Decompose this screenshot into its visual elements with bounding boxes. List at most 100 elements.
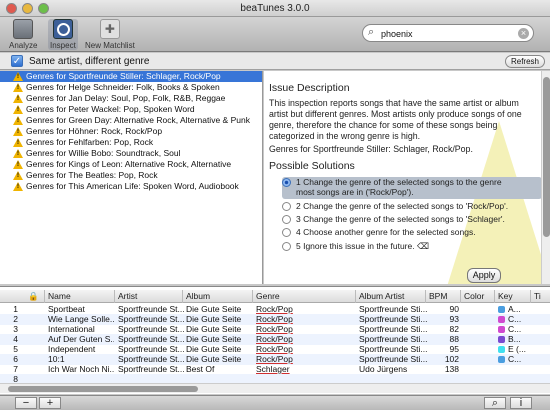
solution-option-5[interactable]: 5 Ignore this issue in the future. ⌫ <box>282 241 532 252</box>
column-header[interactable]: BPM <box>429 291 447 301</box>
issue-row[interactable]: ! Genres for Höhner: Rock, Rock/Pop <box>0 126 262 137</box>
warning-icon: ! <box>13 160 23 169</box>
window-title: beaTunes 3.0.0 <box>240 3 310 14</box>
issue-label: Genres for Jan Delay: Soul, Pop, Folk, R… <box>26 93 226 103</box>
issue-label: Genres for Höhner: Rock, Rock/Pop <box>26 126 163 136</box>
issue-label: Genres for Sportfreunde Stiller: Schlage… <box>26 71 221 81</box>
solution-option-1[interactable]: 1 Change the genre of the selected songs… <box>282 177 542 199</box>
analyze-button[interactable]: Analyze <box>9 19 37 50</box>
search-icon[interactable]: ⌕ <box>484 397 506 409</box>
solution-label: 3 Change the genre of the selected songs… <box>296 214 505 224</box>
issue-label: Genres for Fehlfarben: Pop, Rock <box>26 137 154 147</box>
inspect-button[interactable]: Inspect <box>48 19 78 50</box>
scrollbar-thumb[interactable] <box>8 386 198 392</box>
warning-icon: ! <box>13 171 23 180</box>
column-header[interactable]: Artist <box>118 291 137 301</box>
column-separator[interactable] <box>182 290 183 303</box>
issue-label: Genres for Willie Bobo: Soundtrack, Soul <box>26 148 181 158</box>
key-color-swatch <box>498 356 505 363</box>
radio-button[interactable] <box>282 215 291 224</box>
warning-icon: ! <box>13 149 23 158</box>
key-color-swatch <box>498 316 505 323</box>
column-separator[interactable] <box>114 290 115 303</box>
scrollbar-thumb[interactable] <box>543 77 550 237</box>
issue-row[interactable]: ! Genres for Sportfreunde Stiller: Schlag… <box>0 71 262 82</box>
issue-description-text: This inspection reports songs that have … <box>269 98 522 141</box>
issue-row[interactable]: ! Genres for Fehlfarben: Pop, Rock <box>0 137 262 148</box>
inspection-title: Same artist, different genre <box>29 56 150 67</box>
add-button[interactable]: + <box>39 397 61 409</box>
apply-button[interactable]: Apply <box>467 268 501 283</box>
column-header[interactable]: Album <box>186 291 210 301</box>
column-header[interactable]: Name <box>48 291 71 301</box>
key-color-swatch <box>498 336 505 343</box>
lock-icon: 🔒 <box>28 291 39 301</box>
solution-label: 2 Change the genre of the selected songs… <box>296 201 509 211</box>
radio-button[interactable] <box>282 178 291 187</box>
issue-label: Genres for Green Day: Alternative Rock, … <box>26 115 250 125</box>
issue-row[interactable]: ! Genres for This American Life: Spoken W… <box>0 181 262 192</box>
same-artist-checkbox[interactable]: ✓ <box>11 55 23 67</box>
key-color-swatch <box>498 346 505 353</box>
issue-label: Genres for Helge Schneider: Folk, Books … <box>26 82 220 92</box>
warning-icon: ! <box>13 116 23 125</box>
issue-row[interactable]: ! Genres for Helge Schneider: Folk, Books… <box>0 82 262 93</box>
radio-button[interactable] <box>282 228 291 237</box>
column-separator[interactable] <box>252 290 253 303</box>
search-field[interactable]: ⌕ × <box>362 24 534 42</box>
inspection-filter-bar: ✓ Same artist, different genre Refresh <box>0 53 550 70</box>
warning-icon: ! <box>13 127 23 136</box>
remove-button[interactable]: − <box>15 397 37 409</box>
radio-button[interactable] <box>282 242 291 251</box>
search-input[interactable] <box>381 27 511 40</box>
issue-label: Genres for Kings of Leon: Alternative Ro… <box>26 159 232 169</box>
column-header[interactable]: Album Artist <box>359 291 404 301</box>
solution-option-3[interactable]: 3 Change the genre of the selected songs… <box>282 214 532 225</box>
clear-search-icon[interactable]: × <box>518 28 529 39</box>
warning-icon: ! <box>13 105 23 114</box>
warning-icon: ! <box>13 182 23 191</box>
warning-icon: ! <box>13 94 23 103</box>
issue-row[interactable]: ! Genres for Jan Delay: Soul, Pop, Folk, … <box>0 93 262 104</box>
key-color-swatch <box>498 306 505 313</box>
column-header[interactable]: Color <box>464 291 484 301</box>
info-icon[interactable]: i <box>510 397 532 409</box>
issue-label: Genres for This American Life: Spoken Wo… <box>26 181 239 191</box>
column-header[interactable]: Genre <box>256 291 280 301</box>
solution-option-2[interactable]: 2 Change the genre of the selected songs… <box>282 201 532 212</box>
column-separator[interactable] <box>530 290 531 303</box>
issue-genres-line: Genres for Sportfreunde Stiller: Schlage… <box>269 144 473 154</box>
issue-row[interactable]: ! Genres for Peter Wackel: Pop, Spoken Wo… <box>0 104 262 115</box>
table-horizontal-scrollbar[interactable] <box>0 383 550 393</box>
solution-label: 5 Ignore this issue in the future. ⌫ <box>296 241 429 251</box>
column-header[interactable]: Ti <box>534 291 541 301</box>
new-matchlist-button[interactable]: ✚ New Matchlist <box>85 19 135 50</box>
column-separator[interactable] <box>355 290 356 303</box>
warning-icon: ! <box>13 72 23 81</box>
column-separator[interactable] <box>425 290 426 303</box>
solution-label: 1 Change the genre of the selected songs… <box>296 177 502 187</box>
warning-icon: ! <box>13 83 23 92</box>
detail-scrollbar[interactable] <box>541 71 550 284</box>
toolbar: Analyze Inspect ✚ New Matchlist ⌕ × <box>0 17 550 52</box>
table-header: 🔒 Name Artist Album Genre Album Artist BPM Col… <box>0 290 550 303</box>
column-separator[interactable] <box>494 290 495 303</box>
column-separator[interactable] <box>460 290 461 303</box>
solution-option-4[interactable]: 4 Choose another genre for the selected … <box>282 227 532 238</box>
column-separator[interactable] <box>44 290 45 303</box>
song-table: 🔒 Name Artist Album Genre Album Artist BPM Col… <box>0 286 550 394</box>
key-color-swatch <box>498 326 505 333</box>
issue-row[interactable]: ! Genres for The Beatles: Pop, Rock <box>0 170 262 181</box>
issue-row[interactable]: ! Genres for Green Day: Alternative Rock,… <box>0 115 262 126</box>
warning-icon: ! <box>13 138 23 147</box>
column-header[interactable]: Key <box>498 291 513 301</box>
refresh-button[interactable]: Refresh <box>505 55 545 68</box>
analyze-label: Analyze <box>9 41 38 50</box>
radio-button[interactable] <box>282 202 291 211</box>
status-bar: − + ⌕ i <box>0 395 550 410</box>
issue-detail-pane: Issue Description This inspection report… <box>264 71 550 284</box>
issue-list: ! Genres for Sportfreunde Stiller: Schlag… <box>0 71 263 284</box>
new-matchlist-icon: ✚ <box>99 19 120 39</box>
issue-row[interactable]: ! Genres for Willie Bobo: Soundtrack, Sou… <box>0 148 262 159</box>
issue-row[interactable]: ! Genres for Kings of Leon: Alternative R… <box>0 159 262 170</box>
